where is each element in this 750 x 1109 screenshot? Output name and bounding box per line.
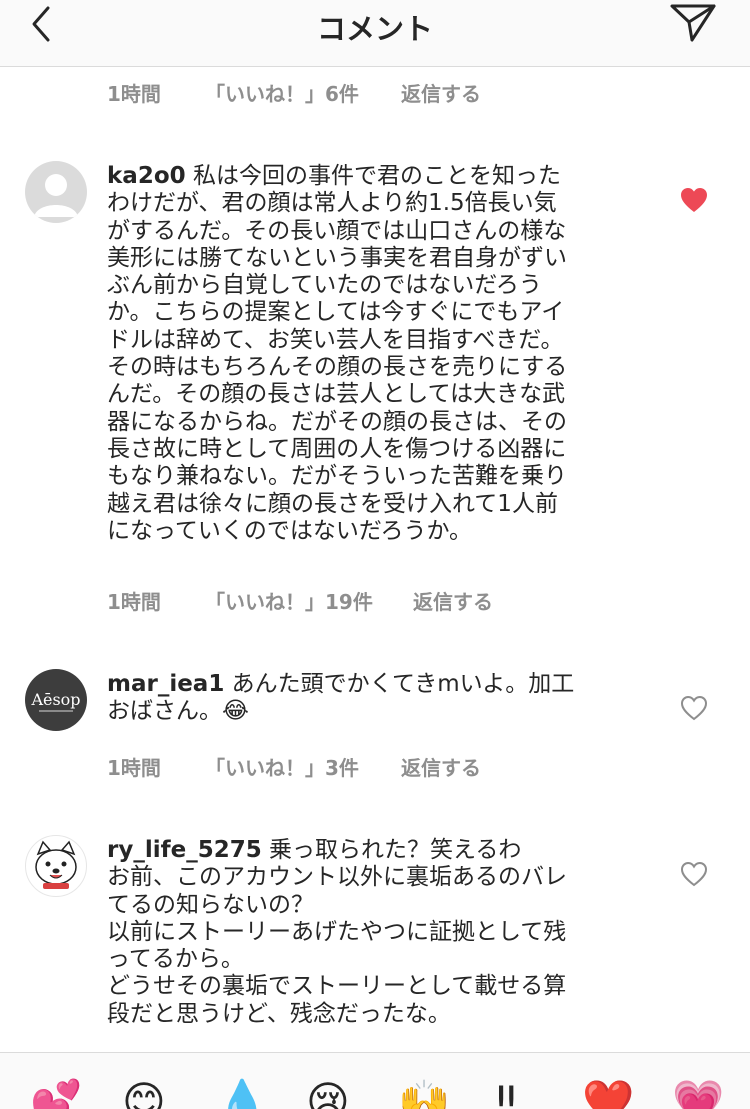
comment-time: 1時間	[107, 756, 161, 780]
comment-body-line: 長さ故に時として周囲の人を傷つける凶器に	[107, 435, 567, 462]
comment-body-line: 美形には勝てないという事実を君自身がずい	[107, 244, 567, 271]
comment-body-line: 乗っ取られた？笑えるわ	[269, 837, 522, 863]
heart-outline-icon[interactable]	[679, 859, 709, 889]
comment-body-line: ドルは辞めて、お笑い芸人を目指すべきだ。	[107, 326, 564, 353]
emoji-growing-heart[interactable]: 💗	[672, 1081, 724, 1109]
reply-button[interactable]: 返信する	[413, 586, 493, 615]
aesop-logo-icon: Aēsop	[30, 690, 81, 712]
avatar[interactable]	[25, 161, 87, 223]
comment-body-line: がするんだ。その長い顔では山口さんの様な	[107, 217, 567, 244]
emoji-double-exclamation[interactable]: ‼	[496, 1081, 516, 1109]
send-direct-icon[interactable]	[668, 0, 718, 44]
avatar[interactable]	[25, 835, 87, 897]
comment-body-line: その時はもちろんその顔の長さを売りにする	[107, 354, 568, 381]
comment-body-line: お前、このアカウント以外に裏垢あるのバレ	[107, 864, 567, 891]
comment-text: ry_life_5275 乗っ取られた？笑えるわ お前、このアカウント以外に裏垢…	[107, 837, 647, 1028]
comment-time: 1時間	[107, 82, 161, 106]
liked-heart-icon[interactable]	[679, 185, 709, 215]
comment-time: 1時間	[107, 590, 161, 614]
emoji-smiling-face[interactable]: 😊	[122, 1081, 166, 1109]
comment-text: ka2o0 私は今回の事件で君のことを知った わけだが、君の顔は常人より約1.5…	[107, 163, 647, 545]
emoji-crying-face[interactable]: 😢	[306, 1081, 350, 1109]
page-title: コメント	[316, 12, 433, 46]
comment-body-line: 以前にストーリーあげたやつに証拠として残	[107, 918, 567, 945]
avatar[interactable]: Aēsop	[25, 669, 87, 731]
comment-likes-link[interactable]: 「いいね！」6件	[205, 78, 359, 107]
emoji-quick-bar: 💕 😊 💧 😢 🙌 ‼ ❤️ 💗	[0, 1052, 750, 1109]
comment-username[interactable]: ka2o0	[107, 163, 186, 189]
comment-body-line: か。こちらの提案としては今すぐにでもアイ	[107, 299, 565, 326]
default-avatar-icon	[34, 174, 78, 217]
comment-body-line: あんた頭でかくてきmいよ。加工	[231, 671, 575, 697]
comment-body-line: 越え君は徐々に顔の長さを受け入れて1人前	[107, 490, 558, 517]
comment-body-line: おばさん。😂	[107, 698, 249, 725]
comment-text: mar_iea1 あんた頭でかくてきmいよ。加工 おばさん。😂	[107, 671, 647, 726]
svg-text:Aēsop: Aēsop	[30, 690, 80, 709]
reply-button[interactable]: 返信する	[401, 78, 481, 107]
emoji-two-hearts[interactable]: 💕	[30, 1081, 82, 1109]
emoji-red-heart[interactable]: ❤️	[582, 1081, 634, 1109]
comment-likes-link[interactable]: 「いいね！」19件	[205, 586, 373, 615]
reply-button[interactable]: 返信する	[401, 752, 481, 781]
comment-username[interactable]: ry_life_5275	[107, 837, 262, 863]
emoji-raising-hands[interactable]: 🙌	[398, 1081, 450, 1109]
comment-body-line: になっていくのではないだろうか。	[107, 517, 473, 544]
comment-body-line: わけだが、君の顔は常人より約1.5倍長い気	[107, 190, 557, 217]
comment-body-line: んだ。その顔の長さは芸人としては大きな武	[107, 381, 566, 408]
comment-meta: 1時間 「いいね！」19件 返信する	[107, 586, 607, 614]
emoji-droplet[interactable]: 💧	[216, 1081, 268, 1109]
comment-body-line: どうせその裏垢でストーリーとして載せる算	[107, 973, 567, 1000]
comment-body-line: 段だと思うけど、残念だったな。	[107, 1000, 451, 1027]
comment-body-line: てるの知らないの？	[107, 891, 314, 918]
comment-meta: 1時間 「いいね！」3件 返信する	[107, 752, 607, 780]
heart-outline-icon[interactable]	[679, 693, 709, 723]
comment-body-line: ってるから。	[107, 946, 244, 973]
comment-meta: 1時間 「いいね！」6件 返信する	[107, 78, 607, 106]
comment-body-line: 私は今回の事件で君のことを知った	[192, 163, 561, 189]
white-dog-icon	[35, 840, 77, 889]
top-bar: コメント	[0, 0, 750, 67]
comment-likes-link[interactable]: 「いいね！」3件	[205, 752, 359, 781]
comment-body-line: もなり兼ねない。だがそういった苦難を乗り	[107, 463, 567, 490]
comment-body-line: ぶん前から自覚していたのではないだろう	[107, 272, 542, 299]
comment-username[interactable]: mar_iea1	[107, 671, 224, 697]
comment-body-line: 器になるからね。だがその顔の長さは、その	[107, 408, 567, 435]
